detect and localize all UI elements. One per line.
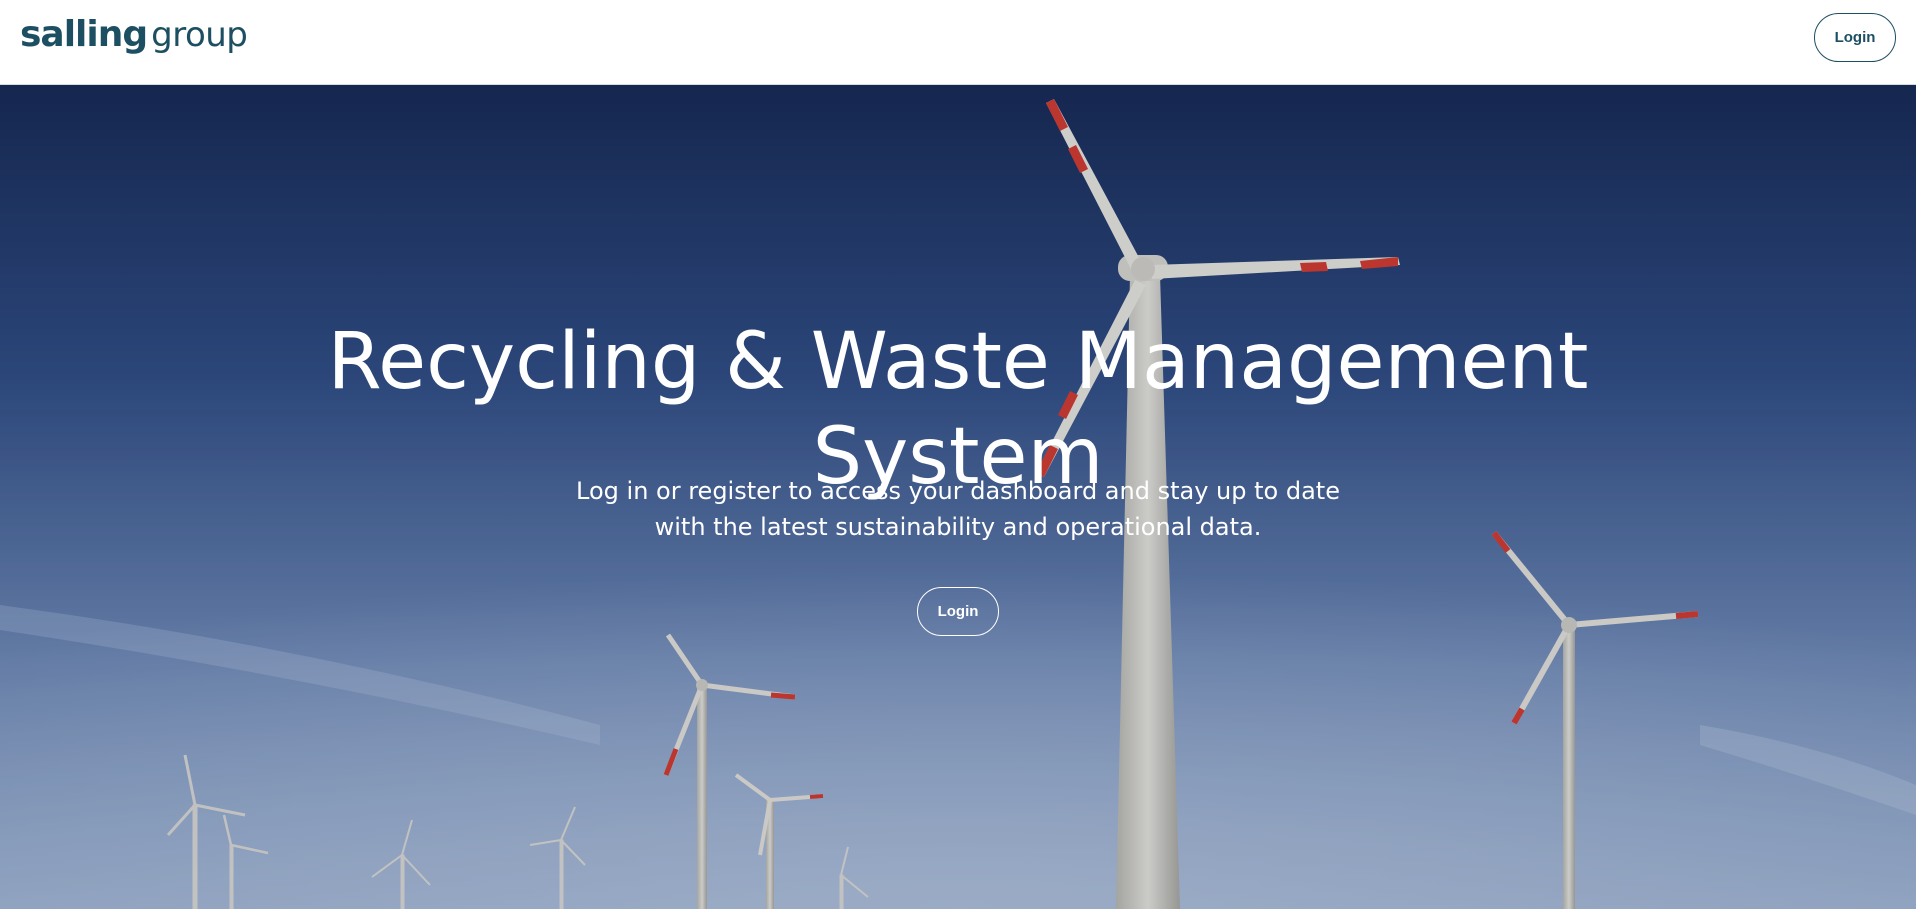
hero-login-button[interactable]: Login xyxy=(917,587,999,636)
top-navbar: salling group Login xyxy=(0,0,1916,85)
logo-text-secondary: group xyxy=(151,15,248,55)
hero-subtitle: Log in or register to access your dashbo… xyxy=(0,473,1916,545)
header-login-button[interactable]: Login xyxy=(1814,13,1896,62)
logo-text-primary: salling xyxy=(20,14,148,55)
hero-section: Recycling & Waste Management System Log … xyxy=(0,85,1916,909)
salling-group-logo[interactable]: salling group xyxy=(20,14,248,58)
hero-title-line-1: Recycling & Waste Management xyxy=(327,317,1589,408)
hero-subtitle-line-1: Log in or register to access your dashbo… xyxy=(576,477,1340,505)
hero-subtitle-line-2: with the latest sustainability and opera… xyxy=(654,513,1262,541)
